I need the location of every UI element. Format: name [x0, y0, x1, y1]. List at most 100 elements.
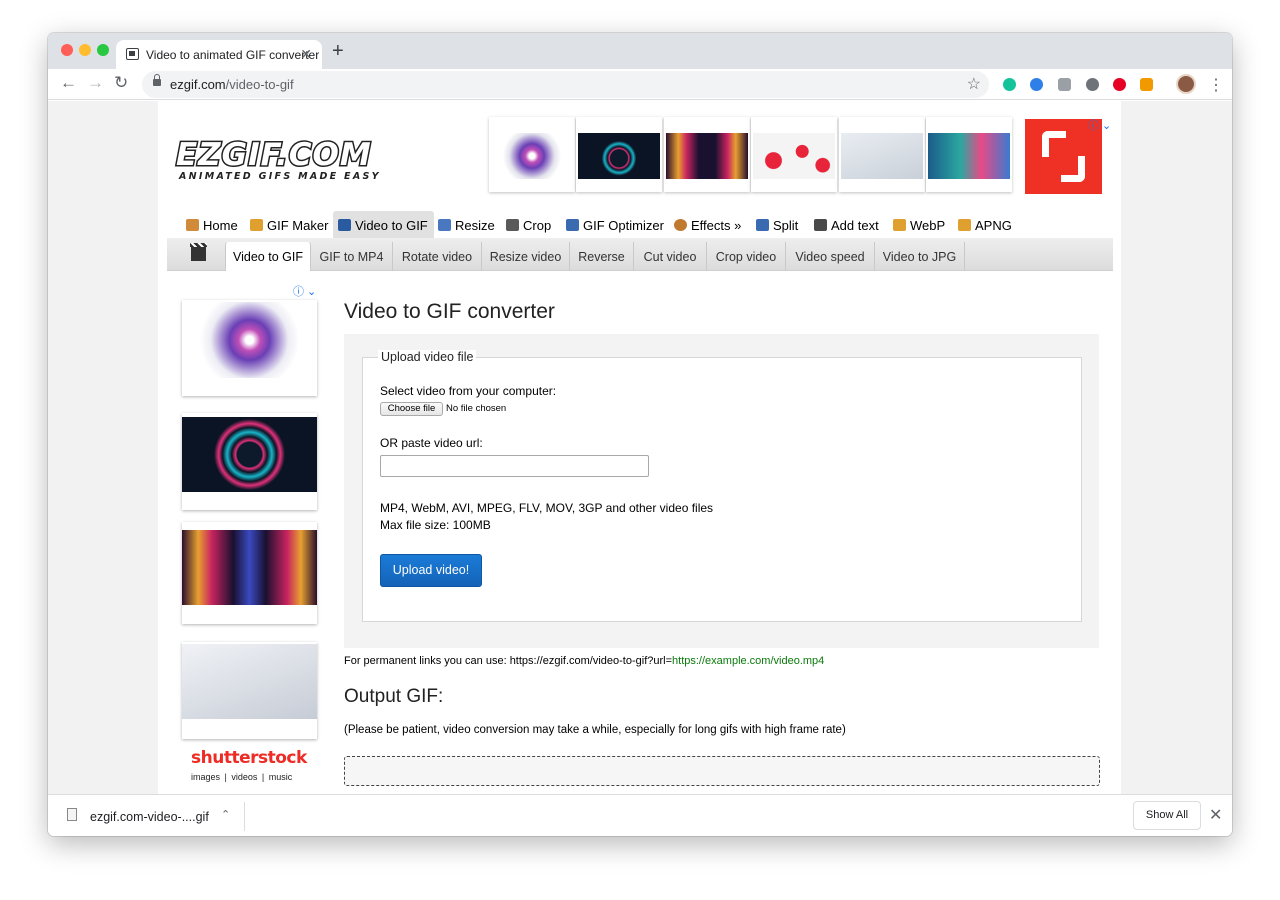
menu-item-gif-maker[interactable]: GIF Maker: [250, 211, 328, 239]
browser-window: Video to animated GIF converter ✕ + ← → …: [48, 33, 1232, 836]
chevron-up-icon[interactable]: ⌃: [221, 808, 230, 821]
url-text: ezgif.com/video-to-gif: [170, 77, 294, 92]
tab-video-to-gif[interactable]: Video to GIF: [225, 242, 311, 271]
sidebar-ad-info-icon[interactable]: ⓘ ⌄: [293, 283, 316, 299]
text-icon: [814, 219, 827, 231]
sidebar-ad-thumbnail[interactable]: [182, 522, 317, 624]
film-icon: [338, 219, 351, 231]
extension-orange-icon[interactable]: [1140, 78, 1153, 91]
video-url-input[interactable]: [380, 455, 649, 477]
new-tab-button[interactable]: +: [332, 40, 344, 63]
output-gif-area: [344, 756, 1100, 786]
menu-item-split[interactable]: Split: [756, 211, 798, 239]
webp-icon: [893, 219, 906, 231]
upload-fieldset: Upload video file Select video from your…: [362, 350, 1082, 622]
tab-crop-video[interactable]: Crop video: [707, 242, 786, 271]
close-download-bar-icon[interactable]: ✕: [1209, 805, 1222, 825]
menu-item-gif-optimizer[interactable]: GIF Optimizer: [566, 211, 664, 239]
show-all-downloads-button[interactable]: Show All: [1133, 801, 1201, 830]
forward-button[interactable]: →: [87, 73, 104, 93]
tab-close-icon[interactable]: ✕: [300, 46, 312, 63]
effects-icon: [674, 219, 687, 231]
tab-rotate-video[interactable]: Rotate video: [393, 242, 482, 271]
menu-item-apng[interactable]: APNG: [958, 211, 1012, 239]
close-window-button[interactable]: [61, 44, 73, 56]
profile-avatar[interactable]: [1176, 74, 1196, 94]
browser-toolbar: ← → ↻ ezgif.com/video-to-gif ☆ ⋮: [48, 69, 1232, 100]
download-divider: [244, 802, 245, 831]
browser-tab[interactable]: Video to animated GIF converter ✕: [116, 40, 322, 69]
clapperboard-icon: [190, 243, 207, 261]
no-file-chosen-text: No file chosen: [446, 403, 507, 414]
menu-item-effects[interactable]: Effects »: [674, 211, 741, 239]
reload-button[interactable]: ↻: [114, 73, 128, 93]
ad-thumbnail[interactable]: [489, 117, 575, 192]
sidebar-ad-thumbnail[interactable]: [182, 300, 317, 396]
patience-note: (Please be patient, video conversion may…: [344, 724, 846, 736]
tab-cut-video[interactable]: Cut video: [634, 242, 707, 271]
split-icon: [756, 219, 769, 231]
logo-title: EZGIF.COM: [175, 136, 373, 175]
ad-info-icon[interactable]: ⓘ ⌄: [1088, 117, 1111, 133]
menu-item-resize[interactable]: Resize: [438, 211, 495, 239]
max-file-size-text: Max file size: 100MB: [380, 518, 491, 532]
permanent-link-example: https://example.com/video.mp4: [672, 655, 825, 667]
ad-thumbnail[interactable]: [751, 117, 837, 192]
home-icon: [186, 219, 199, 231]
resize-icon: [438, 219, 451, 231]
extension-m-icon[interactable]: [1086, 78, 1099, 91]
ad-thumbnail[interactable]: [839, 117, 925, 192]
permanent-link-note: For permanent links you can use: https:/…: [344, 655, 825, 667]
download-file-name[interactable]: ezgif.com-video-....gif: [90, 810, 209, 824]
output-gif-heading: Output GIF:: [344, 686, 444, 707]
select-video-label: Select video from your computer:: [380, 384, 557, 398]
optimizer-icon: [566, 219, 579, 231]
grammarly-extension-icon[interactable]: [1003, 78, 1016, 91]
menu-item-webp[interactable]: WebP: [893, 211, 945, 239]
maximize-window-button[interactable]: [97, 44, 109, 56]
gif-maker-icon: [250, 219, 263, 231]
apng-icon: [958, 219, 971, 231]
crop-icon: [506, 219, 519, 231]
sidebar-ad-thumbnail[interactable]: [182, 413, 317, 510]
tab-video-to-jpg[interactable]: Video to JPG: [875, 242, 965, 271]
tab-gif-to-mp4[interactable]: GIF to MP4: [311, 242, 393, 271]
menu-item-add-text[interactable]: Add text: [814, 211, 879, 239]
ad-thumbnail[interactable]: [576, 117, 662, 192]
menu-item-video-to-gif[interactable]: Video to GIF: [333, 211, 434, 239]
menu-item-crop[interactable]: Crop: [506, 211, 551, 239]
ezgif-logo[interactable]: EZGIF.COM ANIMATED GIFS MADE EASY: [175, 136, 381, 183]
extension-blue-icon[interactable]: [1030, 78, 1043, 91]
menu-item-home[interactable]: Home: [186, 211, 238, 239]
tab-title: Video to animated GIF converter: [146, 48, 320, 62]
page-viewport: EZGIF.COM ANIMATED GIFS MADE EASY ⓘ ⌄ Ho…: [48, 101, 1232, 794]
bookmark-star-icon[interactable]: ☆: [967, 74, 981, 94]
download-bar: ezgif.com-video-....gif ⌃ Show All ✕: [48, 794, 1232, 836]
lock-icon: [153, 74, 161, 86]
tab-reverse[interactable]: Reverse: [570, 242, 634, 271]
minimize-window-button[interactable]: [79, 44, 91, 56]
video-submenu: Video to GIF GIF to MP4 Rotate video Res…: [167, 238, 1113, 271]
ezgif-favicon-icon: [126, 48, 139, 60]
fieldset-legend: Upload video file: [378, 350, 477, 364]
ad-thumbnail[interactable]: [664, 117, 750, 192]
back-button[interactable]: ←: [60, 73, 77, 93]
tab-resize-video[interactable]: Resize video: [482, 242, 570, 271]
address-bar[interactable]: ezgif.com/video-to-gif ☆: [142, 71, 989, 98]
upload-form: Upload video file Select video from your…: [344, 334, 1099, 648]
upload-video-button[interactable]: Upload video!: [380, 554, 482, 587]
camera-extension-icon[interactable]: [1058, 78, 1071, 91]
ad-thumbnail[interactable]: [926, 117, 1012, 192]
tab-video-speed[interactable]: Video speed: [786, 242, 875, 271]
tab-strip: Video to animated GIF converter ✕ +: [48, 33, 1232, 69]
shutterstock-brand[interactable]: shutterstock: [191, 748, 307, 768]
supported-formats-text: MP4, WebM, AVI, MPEG, FLV, MOV, 3GP and …: [380, 501, 714, 515]
logo-tagline: ANIMATED GIFS MADE EASY: [179, 171, 381, 182]
paste-url-label: OR paste video url:: [380, 436, 483, 450]
sidebar-ad-thumbnail[interactable]: [182, 642, 317, 739]
choose-file-button[interactable]: Choose file: [380, 402, 443, 416]
browser-menu-icon[interactable]: ⋮: [1208, 75, 1224, 95]
gif-file-icon: [67, 808, 77, 821]
shutterstock-tagline: images | videos | music: [191, 772, 293, 782]
pinterest-extension-icon[interactable]: [1113, 78, 1126, 91]
